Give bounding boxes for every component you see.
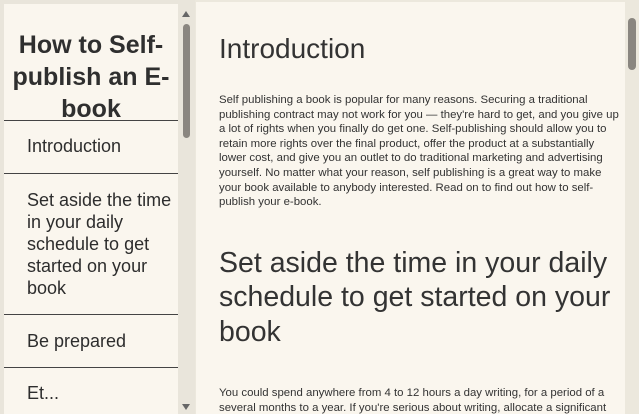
sidebar-scrollbar[interactable] — [179, 5, 193, 414]
sidebar-item-set-aside-time[interactable]: Set aside the time in your daily schedul… — [4, 174, 178, 315]
sidebar-title: How to Self-publish an E-book — [4, 4, 178, 123]
sidebar-scrollbar-thumb[interactable] — [183, 24, 190, 138]
sidebar-item-be-prepared[interactable]: Be prepared — [4, 315, 178, 368]
triangle-down-icon[interactable] — [179, 403, 193, 413]
main-scrollbar-thumb[interactable] — [628, 18, 636, 70]
sidebar-item-introduction[interactable]: Introduction — [4, 121, 178, 174]
sidebar-item-next[interactable]: Et... — [4, 368, 178, 414]
triangle-up-icon[interactable] — [179, 9, 193, 19]
section-heading-introduction: Introduction — [219, 33, 366, 64]
sidebar: How to Self-publish an E-book Introducti… — [0, 0, 195, 414]
section-text-introduction: Self publishing a book is popular for ma… — [219, 94, 619, 209]
section-text-set-aside-time: You could spend anywhere from 4 to 12 ho… — [219, 387, 607, 414]
table-of-contents: How to Self-publish an E-book Introducti… — [4, 4, 178, 414]
article-content: Introduction Self publishing a book is p… — [196, 2, 625, 414]
section-heading-set-aside-time: Set aside the time in your daily schedul… — [219, 246, 611, 348]
main-scrollbar[interactable] — [625, 0, 639, 414]
